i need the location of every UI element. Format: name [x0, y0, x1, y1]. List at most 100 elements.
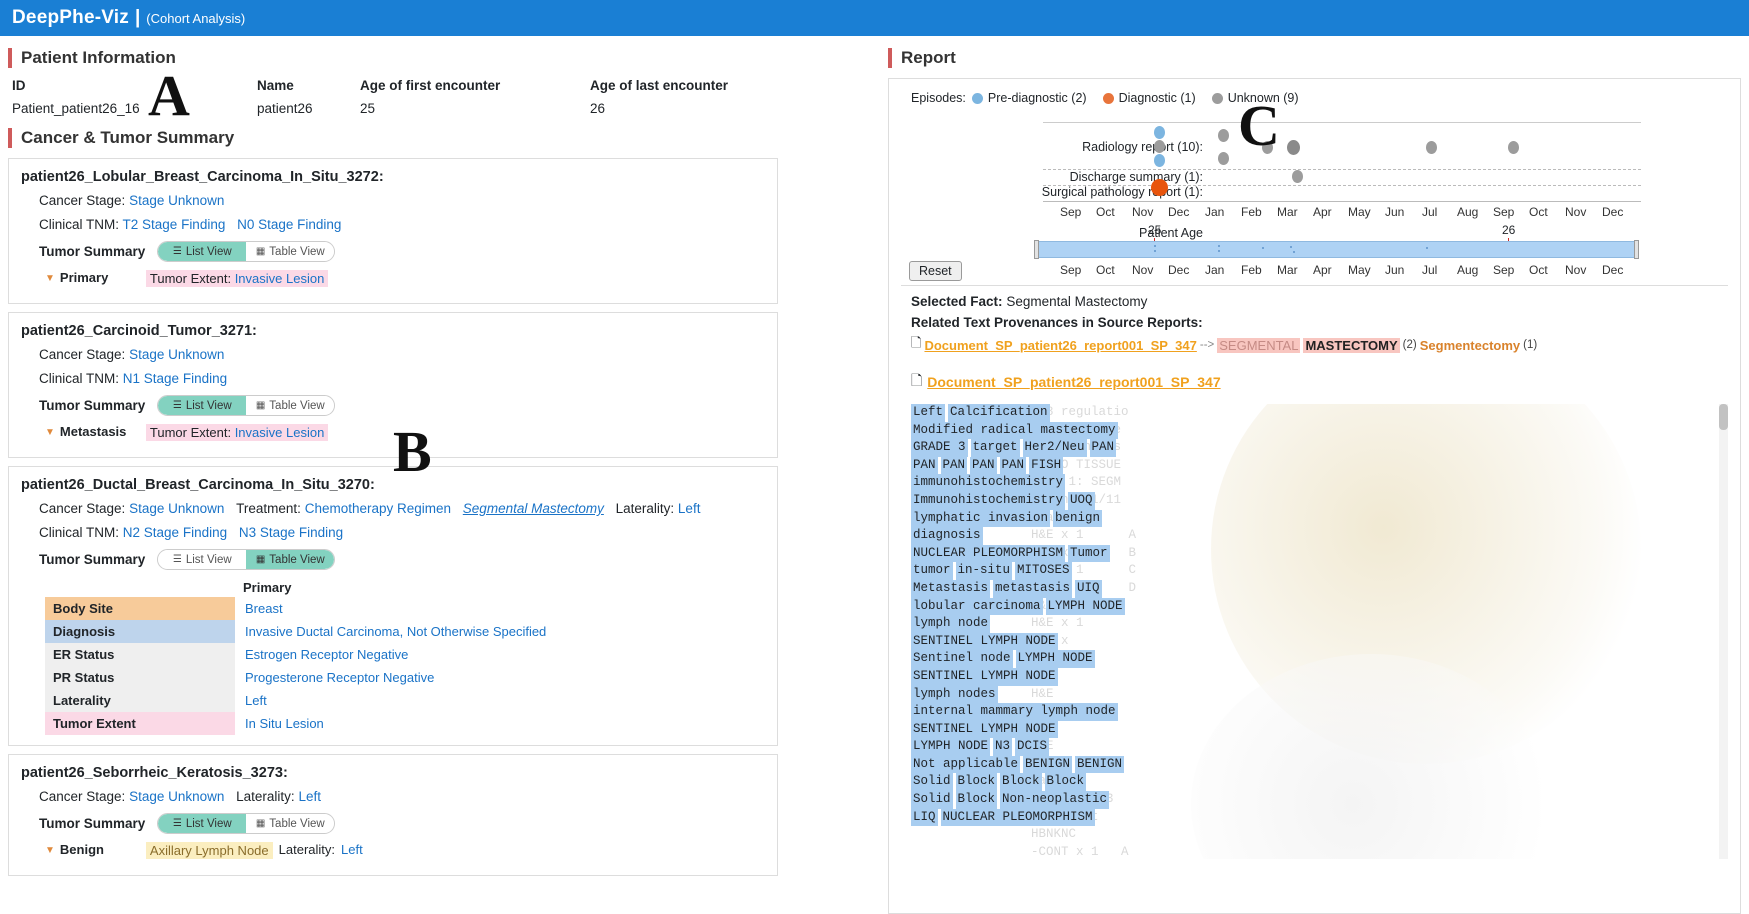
- timeline-brush[interactable]: [1038, 241, 1636, 258]
- token[interactable]: PAN: [999, 456, 1027, 475]
- token[interactable]: Metastasis: [911, 579, 991, 598]
- token[interactable]: Immunohistochemistry: [911, 491, 1066, 510]
- token[interactable]: GRADE 3: [911, 439, 968, 457]
- table-view-button[interactable]: ▦ Table View: [246, 396, 335, 415]
- token[interactable]: Block: [955, 791, 998, 809]
- token[interactable]: Modified radical mastectomy: [911, 421, 1118, 440]
- token[interactable]: Block: [955, 773, 998, 792]
- cancer-stage-value[interactable]: Stage Unknown: [129, 193, 224, 208]
- legend-item-pre-diagnostic[interactable]: Pre-diagnostic (2): [971, 91, 1087, 105]
- token[interactable]: PAN: [1089, 439, 1117, 457]
- token[interactable]: MITOSES: [1015, 562, 1072, 580]
- token[interactable]: lymph node: [911, 615, 991, 633]
- token[interactable]: Not applicable: [911, 755, 1021, 774]
- tnm-value[interactable]: N0 Stage Finding: [237, 217, 341, 232]
- cancer-stage-value[interactable]: Stage Unknown: [129, 789, 224, 804]
- treatment-value[interactable]: Chemotherapy Regimen: [305, 501, 451, 516]
- tnm-value[interactable]: T2 Stage Finding: [123, 217, 226, 232]
- token[interactable]: metastasis: [993, 579, 1073, 598]
- legend-item-unknown[interactable]: Unknown (9): [1211, 91, 1299, 105]
- token[interactable]: diagnosis: [911, 527, 983, 545]
- token[interactable]: Solid: [911, 773, 953, 792]
- list-view-button[interactable]: ☰ List View: [158, 396, 247, 415]
- cell-pr-status[interactable]: Progesterone Receptor Negative: [245, 670, 434, 685]
- token[interactable]: in-situ: [955, 562, 1013, 580]
- cell-laterality[interactable]: Left: [245, 693, 267, 708]
- token[interactable]: LYMPH NODE: [1045, 597, 1125, 616]
- body-site-chip[interactable]: Axillary Lymph Node: [145, 842, 273, 859]
- laterality-value[interactable]: Left: [341, 842, 363, 857]
- token[interactable]: benign: [1053, 509, 1103, 528]
- tnm-value[interactable]: N2 Stage Finding: [123, 525, 227, 540]
- caret-down-icon[interactable]: ▼: [45, 427, 55, 438]
- cancer-stage-value[interactable]: Stage Unknown: [129, 347, 224, 362]
- event-dot[interactable]: [1154, 126, 1165, 139]
- token[interactable]: SENTINEL LYMPH NODE: [911, 632, 1058, 651]
- tnm-value[interactable]: N3 Stage Finding: [239, 525, 343, 540]
- table-view-button[interactable]: ▦ Table View: [246, 550, 335, 569]
- token[interactable]: Block: [1000, 773, 1042, 792]
- laterality-value[interactable]: Left: [298, 789, 321, 804]
- event-dot[interactable]: [1292, 170, 1303, 183]
- token[interactable]: SENTINEL LYMPH NODE: [911, 720, 1058, 739]
- token[interactable]: PAN: [970, 456, 997, 475]
- laterality-value[interactable]: Left: [678, 501, 701, 516]
- event-dot[interactable]: [1154, 154, 1165, 167]
- token[interactable]: Left: [911, 404, 946, 422]
- token[interactable]: Her2/Neu: [1022, 439, 1087, 457]
- event-dot[interactable]: [1426, 141, 1437, 154]
- token[interactable]: internal mammary lymph node: [911, 703, 1118, 721]
- table-view-button[interactable]: ▦ Table View: [246, 242, 335, 261]
- token[interactable]: LYMPH NODE: [1015, 650, 1095, 668]
- list-view-button[interactable]: ☰ List View: [158, 550, 247, 569]
- token[interactable]: tumor: [911, 562, 953, 580]
- event-dot[interactable]: [1262, 141, 1273, 154]
- provenance-document-link[interactable]: Document_SP_patient26_report001_SP_347: [924, 338, 1196, 353]
- token[interactable]: UIQ: [1075, 579, 1102, 598]
- event-dot[interactable]: [1218, 129, 1229, 142]
- brush-handle-right[interactable]: [1634, 240, 1639, 259]
- token[interactable]: lobular carcinoma: [911, 597, 1043, 616]
- event-dot[interactable]: [1287, 140, 1300, 155]
- token[interactable]: LIQ: [911, 808, 938, 827]
- cell-diagnosis[interactable]: Invasive Ductal Carcinoma, Not Otherwise…: [245, 624, 546, 639]
- token[interactable]: Sentinel node: [911, 650, 1013, 668]
- token[interactable]: FISH: [1029, 456, 1064, 475]
- token[interactable]: Tumor: [1068, 544, 1110, 563]
- document-title-link[interactable]: Document_SP_patient26_report001_SP_347: [927, 374, 1220, 390]
- legend-item-diagnostic[interactable]: Diagnostic (1): [1102, 91, 1196, 105]
- token[interactable]: lymph nodes: [911, 685, 998, 704]
- token[interactable]: lymphatic invasion: [911, 509, 1051, 528]
- cancer-stage-value[interactable]: Stage Unknown: [129, 501, 224, 516]
- event-dot[interactable]: [1508, 141, 1519, 154]
- token[interactable]: PAN: [940, 456, 968, 475]
- token[interactable]: Solid: [911, 791, 953, 809]
- event-dot-selected[interactable]: [1151, 179, 1168, 196]
- mention-segmentectomy[interactable]: Segmentectomy: [1420, 338, 1520, 353]
- event-dot[interactable]: [1154, 140, 1165, 153]
- token[interactable]: BENIGN: [1023, 755, 1073, 774]
- brush-handle-left[interactable]: [1034, 240, 1039, 259]
- token[interactable]: SENTINEL LYMPH NODE: [911, 667, 1058, 686]
- list-view-button[interactable]: ☰ List View: [158, 242, 247, 261]
- document-scrollbar[interactable]: [1719, 404, 1728, 859]
- caret-down-icon[interactable]: ▼: [45, 845, 55, 856]
- token[interactable]: Non-neoplastic: [1000, 791, 1110, 809]
- token[interactable]: NUCLEAR PLEOMORPHISM: [940, 808, 1095, 827]
- cell-er-status[interactable]: Estrogen Receptor Negative: [245, 647, 408, 662]
- cell-body-site[interactable]: Breast: [245, 601, 283, 616]
- token[interactable]: target: [970, 439, 1020, 457]
- token[interactable]: LYMPH NODE: [911, 738, 991, 756]
- token[interactable]: UOQ: [1068, 491, 1095, 510]
- token[interactable]: NUCLEAR PLEOMORPHISM: [911, 544, 1066, 563]
- token[interactable]: N3: [993, 738, 1013, 756]
- tnm-value[interactable]: N1 Stage Finding: [123, 371, 227, 386]
- cell-tumor-extent[interactable]: In Situ Lesion: [245, 716, 324, 731]
- document-scrollbar-thumb[interactable]: [1719, 404, 1728, 430]
- list-view-button[interactable]: ☰ List View: [158, 814, 247, 833]
- token[interactable]: DCIS: [1015, 738, 1050, 756]
- tumor-extent-chip[interactable]: Tumor Extent: Invasive Lesion: [145, 270, 329, 287]
- tumor-extent-chip[interactable]: Tumor Extent: Invasive Lesion: [145, 424, 329, 441]
- token[interactable]: BENIGN: [1075, 755, 1125, 774]
- table-view-button[interactable]: ▦ Table View: [246, 814, 335, 833]
